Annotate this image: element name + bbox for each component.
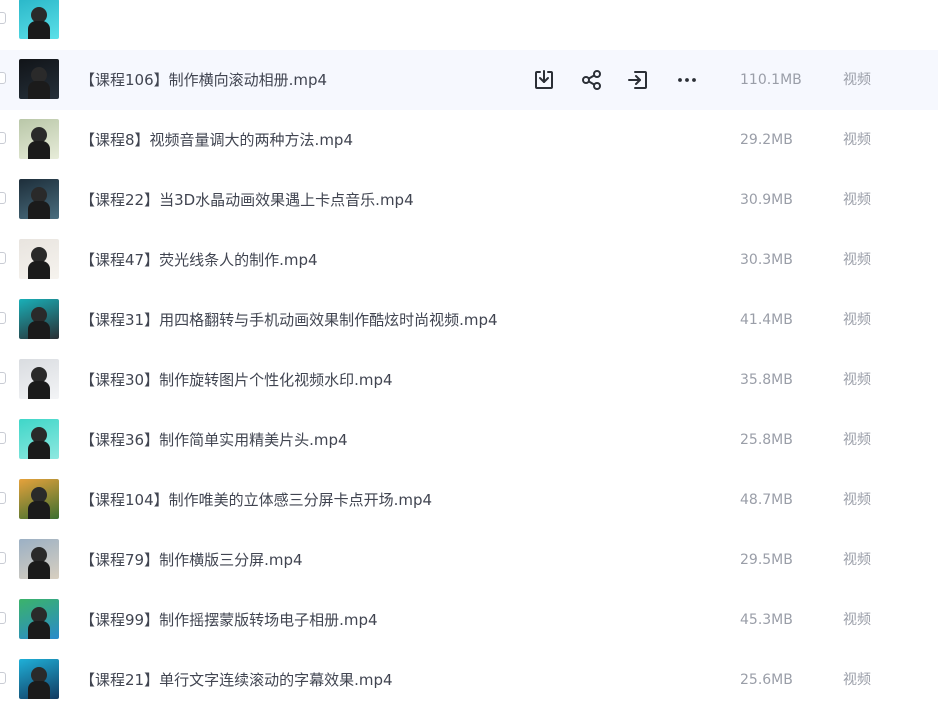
download-icon[interactable]: [532, 68, 556, 92]
video-thumbnail[interactable]: [19, 359, 59, 399]
file-size: 30.9MB: [740, 192, 793, 208]
file-name[interactable]: 【课程30】制作旋转图片个性化视频水印.mp4: [80, 350, 393, 410]
file-size: 25.6MB: [740, 672, 793, 688]
row-checkbox[interactable]: [0, 432, 6, 444]
video-thumbnail[interactable]: [19, 59, 59, 99]
file-type: 视频: [843, 192, 871, 208]
file-type: 视频: [843, 72, 871, 88]
file-name[interactable]: 【课程99】制作摇摆蒙版转场电子相册.mp4: [80, 590, 378, 650]
file-row[interactable]: 【课程104】制作唯美的立体感三分屏卡点开场.mp4 48.7MB 视频: [0, 470, 938, 530]
video-thumbnail[interactable]: [19, 659, 59, 699]
file-row[interactable]: 【课程31】用四格翻转与手机动画效果制作酷炫时尚视频.mp4 41.4MB 视频: [0, 290, 938, 350]
file-size: 110.1MB: [740, 72, 802, 88]
file-name[interactable]: 【课程79】制作横版三分屏.mp4: [80, 530, 303, 590]
file-name[interactable]: 【课程21】单行文字连续滚动的字幕效果.mp4: [80, 650, 393, 710]
more-icon[interactable]: [675, 68, 699, 92]
file-size: 29.2MB: [740, 132, 793, 148]
file-row[interactable]: 【课程99】制作摇摆蒙版转场电子相册.mp4 45.3MB 视频: [0, 590, 938, 650]
row-checkbox[interactable]: [0, 192, 6, 204]
file-name[interactable]: 【课程104】制作唯美的立体感三分屏卡点开场.mp4: [80, 470, 432, 530]
file-list: 【课程106】制作横向滚动相册.mp4 110.1MB 视频 【课程8】视频音量调大的…: [0, 0, 938, 710]
file-row[interactable]: [0, 0, 938, 50]
video-thumbnail[interactable]: [19, 179, 59, 219]
file-size: 30.3MB: [740, 252, 793, 268]
file-row[interactable]: 【课程106】制作横向滚动相册.mp4 110.1MB 视频: [0, 50, 938, 110]
row-checkbox[interactable]: [0, 132, 6, 144]
file-size: 45.3MB: [740, 612, 793, 628]
row-checkbox[interactable]: [0, 612, 6, 624]
file-size: 25.8MB: [740, 432, 793, 448]
file-row[interactable]: 【课程8】视频音量调大的两种方法.mp4 29.2MB 视频: [0, 110, 938, 170]
video-thumbnail[interactable]: [19, 239, 59, 279]
file-type: 视频: [843, 372, 871, 388]
video-thumbnail[interactable]: [19, 539, 59, 579]
file-name[interactable]: 【课程106】制作横向滚动相册.mp4: [80, 50, 327, 110]
file-name[interactable]: 【课程47】荧光线条人的制作.mp4: [80, 230, 318, 290]
row-checkbox[interactable]: [0, 552, 6, 564]
file-row[interactable]: 【课程36】制作简单实用精美片头.mp4 25.8MB 视频: [0, 410, 938, 470]
file-size: 35.8MB: [740, 372, 793, 388]
row-checkbox[interactable]: [0, 372, 6, 384]
file-size: 29.5MB: [740, 552, 793, 568]
file-row[interactable]: 【课程30】制作旋转图片个性化视频水印.mp4 35.8MB 视频: [0, 350, 938, 410]
video-thumbnail[interactable]: [19, 119, 59, 159]
row-checkbox[interactable]: [0, 12, 6, 24]
file-row[interactable]: 【课程47】荧光线条人的制作.mp4 30.3MB 视频: [0, 230, 938, 290]
file-type: 视频: [843, 312, 871, 328]
file-row[interactable]: 【课程79】制作横版三分屏.mp4 29.5MB 视频: [0, 530, 938, 590]
row-checkbox[interactable]: [0, 492, 6, 504]
file-type: 视频: [843, 672, 871, 688]
file-size: 48.7MB: [740, 492, 793, 508]
file-name[interactable]: 【课程8】视频音量调大的两种方法.mp4: [80, 110, 353, 170]
row-checkbox[interactable]: [0, 672, 6, 684]
row-checkbox[interactable]: [0, 72, 6, 84]
move-to-icon[interactable]: [626, 68, 650, 92]
video-thumbnail[interactable]: [19, 0, 59, 39]
file-type: 视频: [843, 552, 871, 568]
file-row[interactable]: 【课程22】当3D水晶动画效果遇上卡点音乐.mp4 30.9MB 视频: [0, 170, 938, 230]
video-thumbnail[interactable]: [19, 479, 59, 519]
file-name[interactable]: 【课程22】当3D水晶动画效果遇上卡点音乐.mp4: [80, 170, 414, 230]
file-type: 视频: [843, 432, 871, 448]
file-type: 视频: [843, 132, 871, 148]
file-type: 视频: [843, 492, 871, 508]
row-checkbox[interactable]: [0, 252, 6, 264]
file-type: 视频: [843, 612, 871, 628]
file-size: 41.4MB: [740, 312, 793, 328]
share-icon[interactable]: [580, 68, 604, 92]
file-type: 视频: [843, 252, 871, 268]
file-row[interactable]: 【课程21】单行文字连续滚动的字幕效果.mp4 25.6MB 视频: [0, 650, 938, 710]
row-checkbox[interactable]: [0, 312, 6, 324]
file-name[interactable]: 【课程36】制作简单实用精美片头.mp4: [80, 410, 348, 470]
video-thumbnail[interactable]: [19, 419, 59, 459]
file-name[interactable]: 【课程31】用四格翻转与手机动画效果制作酷炫时尚视频.mp4: [80, 290, 498, 350]
video-thumbnail[interactable]: [19, 299, 59, 339]
video-thumbnail[interactable]: [19, 599, 59, 639]
